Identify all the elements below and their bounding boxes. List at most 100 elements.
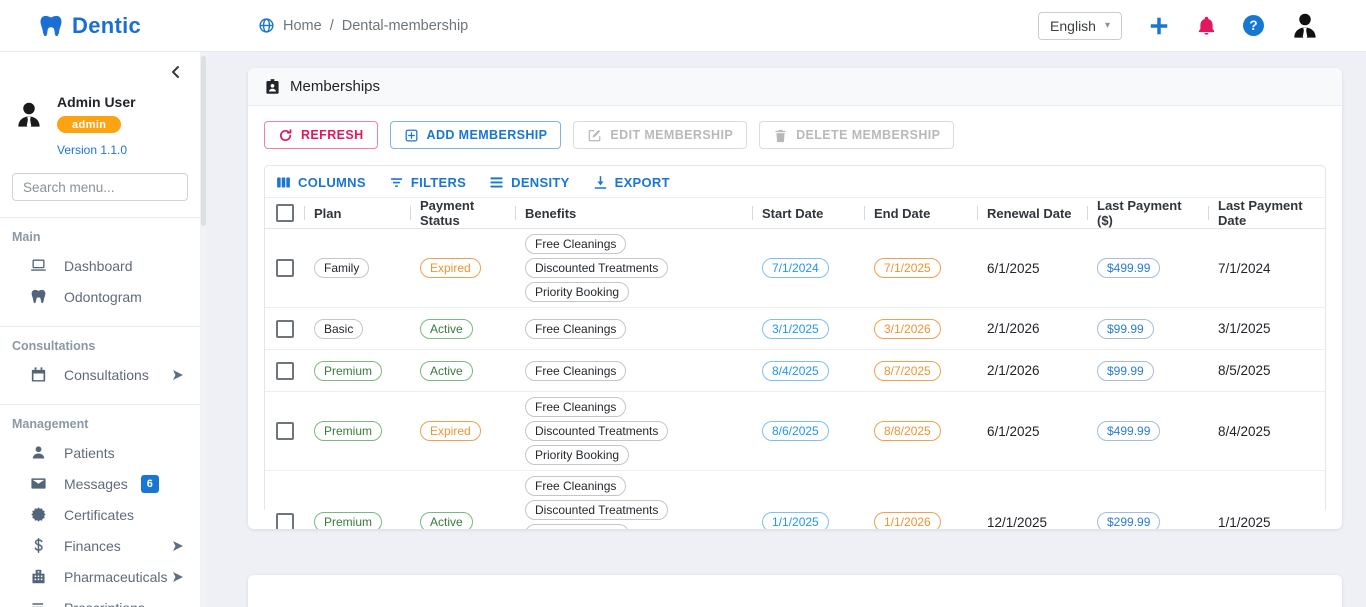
- language-selector[interactable]: English ▾: [1038, 12, 1122, 40]
- start-date-cell: 7/1/2024: [753, 258, 865, 278]
- filter-icon: [388, 174, 405, 191]
- sidebar-item-patients[interactable]: Patients: [0, 437, 200, 468]
- breadcrumb-home[interactable]: Home: [283, 18, 322, 34]
- edit-membership-button[interactable]: EDIT MEMBERSHIP: [573, 121, 747, 149]
- benefit-chip: Priority Booking: [525, 445, 629, 465]
- column-header-last-payment-$[interactable]: Last Payment ($): [1088, 197, 1209, 229]
- benefits-cell: Free CleaningsDiscounted TreatmentsPrior…: [516, 229, 753, 307]
- column-header-end-date[interactable]: End Date: [865, 197, 978, 229]
- search-menu-input[interactable]: [12, 173, 188, 201]
- card-actions: REFRESH ADD MEMBERSHIP EDIT MEMBERSHIP D…: [248, 106, 1342, 149]
- mail-icon: [30, 475, 47, 492]
- export-icon: [592, 174, 609, 191]
- add-membership-button[interactable]: ADD MEMBERSHIP: [390, 121, 562, 149]
- main-area: Memberships REFRESH ADD MEMBERSHIP EDIT …: [207, 52, 1366, 607]
- last-payment-chip: $99.99: [1097, 319, 1154, 339]
- start-date-cell: 3/1/2025: [753, 319, 865, 339]
- sidebar-item-prescriptions[interactable]: Prescriptions: [0, 592, 200, 607]
- plan-cell: Premium: [305, 512, 411, 529]
- caret-down-icon: ▾: [1105, 20, 1110, 31]
- sidebar-scrollbar-thumb[interactable]: [201, 56, 206, 226]
- brand[interactable]: Dentic: [0, 13, 220, 39]
- toolbar-button-label: DENSITY: [511, 175, 569, 190]
- breadcrumb-current: Dental-membership: [342, 18, 469, 34]
- edit-icon: [587, 128, 602, 143]
- plan-chip: Premium: [314, 512, 382, 529]
- start-date-cell: 1/1/2025: [753, 512, 865, 529]
- payment-status-cell: Active: [411, 319, 516, 339]
- start-date-chip: 7/1/2024: [762, 258, 829, 278]
- membership-badge-icon: [264, 78, 281, 95]
- end-date-chip: 7/1/2025: [874, 258, 941, 278]
- submenu-arrow-icon[interactable]: [172, 571, 184, 583]
- sidebar-item-finances[interactable]: Finances: [0, 530, 200, 561]
- sidebar-item-messages[interactable]: Messages 6: [0, 468, 200, 499]
- column-header-benefits[interactable]: Benefits: [516, 197, 753, 229]
- column-header-payment-status[interactable]: Payment Status: [411, 197, 516, 229]
- collapse-sidebar-icon[interactable]: [168, 64, 184, 80]
- end-date-chip: 3/1/2026: [874, 319, 941, 339]
- column-header-last-payment-date[interactable]: Last Payment Date: [1209, 197, 1325, 229]
- column-header-start-date[interactable]: Start Date: [753, 197, 865, 229]
- column-header-renewal-date[interactable]: Renewal Date: [978, 197, 1088, 229]
- app-root: Dentic Home / Dental-membership English …: [0, 0, 1366, 607]
- plan-chip: Basic: [314, 319, 363, 339]
- table-row[interactable]: Premium Active Free CleaningsDiscounted …: [265, 471, 1325, 529]
- sidebar-item-odontogram[interactable]: Odontogram: [0, 281, 200, 312]
- sidebar-section-label-management: Management: [0, 405, 200, 437]
- table-row[interactable]: Premium Active Free Cleanings 8/4/2025 8…: [265, 350, 1325, 392]
- benefits-cell: Free Cleanings: [516, 314, 753, 344]
- table-row[interactable]: Family Expired Free CleaningsDiscounted …: [265, 229, 1325, 308]
- delete-icon: [773, 128, 788, 143]
- row-checkbox[interactable]: [276, 362, 294, 380]
- renewal-date-cell: 6/1/2025: [978, 261, 1088, 276]
- row-checkbox[interactable]: [276, 320, 294, 338]
- payment-status-chip: Active: [420, 319, 473, 339]
- user-block: Admin User admin Version 1.1.0: [0, 80, 200, 159]
- toolbar-filters-button[interactable]: FILTERS: [388, 174, 466, 191]
- memberships-card: Memberships REFRESH ADD MEMBERSHIP EDIT …: [248, 68, 1342, 529]
- grid-body: Family Expired Free CleaningsDiscounted …: [265, 229, 1325, 529]
- plan-chip: Premium: [314, 361, 382, 381]
- help-icon[interactable]: ?: [1243, 15, 1264, 36]
- submenu-arrow-icon[interactable]: [172, 369, 184, 381]
- sidebar-search-wrap: [0, 159, 200, 203]
- select-all-checkbox[interactable]: [276, 204, 294, 222]
- delete-membership-button[interactable]: DELETE MEMBERSHIP: [759, 121, 954, 149]
- benefits-cell: Free Cleanings: [516, 356, 753, 386]
- toolbar-density-button[interactable]: DENSITY: [488, 174, 569, 191]
- button-label: ADD MEMBERSHIP: [427, 128, 548, 142]
- payment-status-chip: Expired: [420, 258, 481, 278]
- tooth-icon: [30, 288, 47, 305]
- benefit-chip: Free Cleanings: [525, 234, 626, 254]
- end-date-cell: 3/1/2026: [865, 319, 978, 339]
- payment-status-cell: Active: [411, 361, 516, 381]
- start-date-cell: 8/4/2025: [753, 361, 865, 381]
- add-quick-button[interactable]: [1148, 15, 1170, 37]
- benefit-chip: Priority Booking: [525, 524, 629, 529]
- sidebar-scrollbar[interactable]: [200, 52, 207, 607]
- toolbar-export-button[interactable]: EXPORT: [592, 174, 670, 191]
- submenu-arrow-icon[interactable]: [172, 540, 184, 552]
- last-payment-date-cell: 7/1/2024: [1209, 261, 1325, 276]
- sidebar-item-certificates[interactable]: Certificates: [0, 499, 200, 530]
- table-row[interactable]: Premium Expired Free CleaningsDiscounted…: [265, 392, 1325, 471]
- grid-toolbar: COLUMNS FILTERS DENSITY EXPORT: [265, 166, 1325, 197]
- column-header-plan[interactable]: Plan: [305, 197, 411, 229]
- sidebar-item-dashboard[interactable]: Dashboard: [0, 250, 200, 281]
- toolbar-columns-button[interactable]: COLUMNS: [275, 174, 366, 191]
- row-checkbox[interactable]: [276, 259, 294, 277]
- sidebar-item-consultations[interactable]: Consultations: [0, 359, 200, 390]
- row-checkbox[interactable]: [276, 422, 294, 440]
- language-value: English: [1050, 18, 1096, 34]
- card-header: Memberships: [248, 68, 1342, 106]
- end-date-cell: 8/8/2025: [865, 421, 978, 441]
- row-checkbox[interactable]: [276, 513, 294, 529]
- sidebar-item-pharmaceuticals[interactable]: Pharmaceuticals: [0, 561, 200, 592]
- table-row[interactable]: Basic Active Free Cleanings 3/1/2025 3/1…: [265, 308, 1325, 350]
- payment-status-chip: Expired: [420, 421, 481, 441]
- refresh-button[interactable]: REFRESH: [264, 121, 378, 149]
- notifications-bell-icon[interactable]: [1196, 15, 1217, 36]
- plan-cell: Basic: [305, 319, 411, 339]
- account-avatar-icon[interactable]: [1290, 11, 1320, 41]
